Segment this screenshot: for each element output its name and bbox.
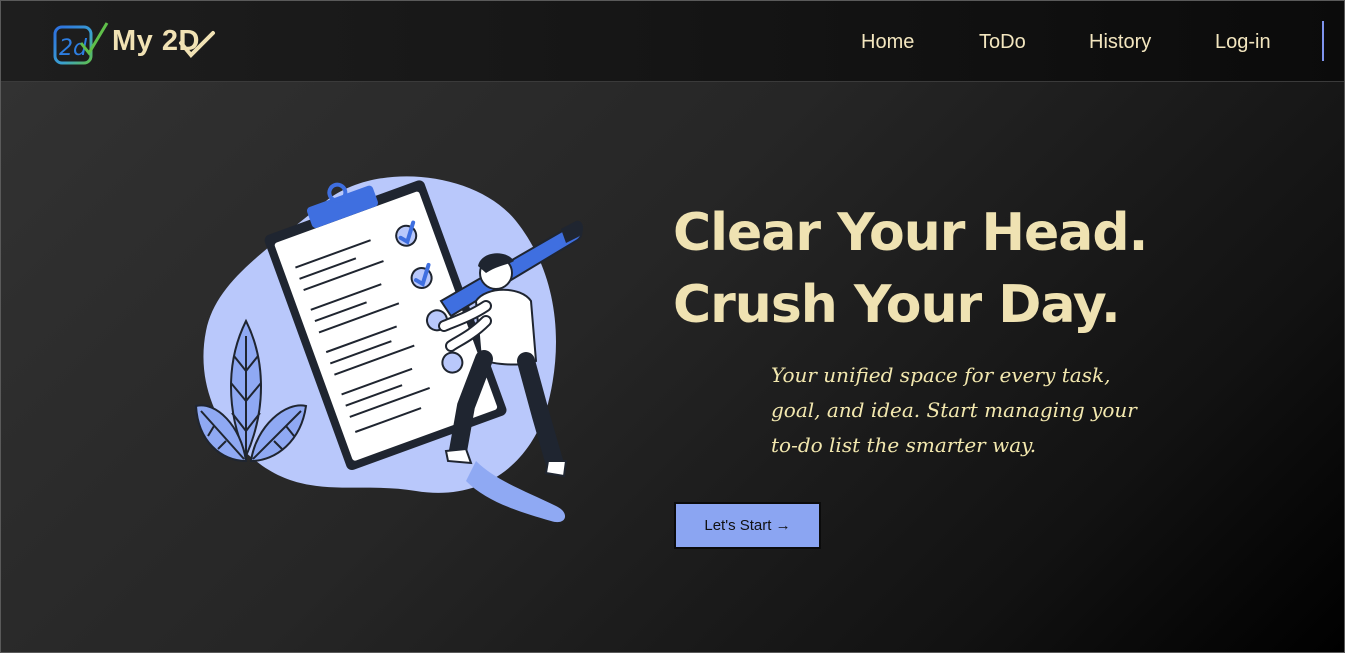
hero-subtext: Your unified space for every task, goal,… bbox=[771, 363, 1137, 457]
checkmark-icon bbox=[179, 31, 215, 58]
lets-start-button[interactable]: Let's Start → bbox=[674, 502, 821, 549]
nav-todo-link[interactable]: ToDo bbox=[979, 31, 1026, 54]
nav-home-link[interactable]: Home bbox=[861, 31, 914, 54]
hero-headline: Clear Your Head. Crush Your Day. bbox=[673, 197, 1148, 341]
logo-icon[interactable]: 2d bbox=[53, 21, 109, 67]
nav-login-link[interactable]: Log-in bbox=[1215, 31, 1271, 54]
nav-divider bbox=[1322, 21, 1324, 61]
nav-history-link[interactable]: History bbox=[1089, 31, 1151, 54]
page-frame: 2d My 2D Home ToDo History Log-in Clear … bbox=[0, 0, 1345, 653]
headline-line-2: Crush Your Day. bbox=[673, 275, 1121, 335]
headline-line-1: Clear Your Head. bbox=[673, 203, 1148, 263]
clipboard-illustration bbox=[194, 176, 584, 523]
navbar: 2d My 2D Home ToDo History Log-in bbox=[1, 1, 1344, 82]
